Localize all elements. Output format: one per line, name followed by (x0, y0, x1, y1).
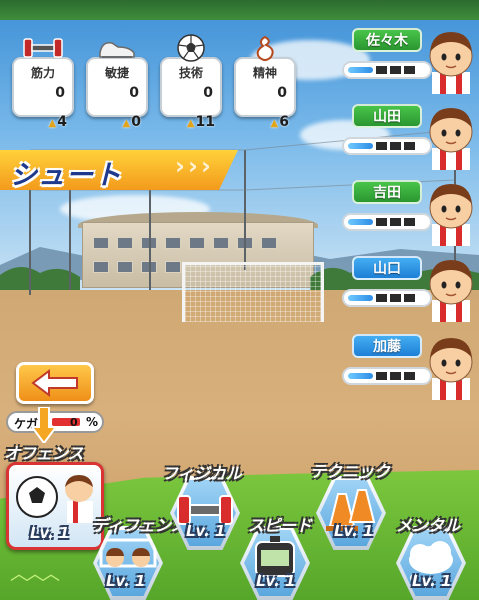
stat-box: 敏捷 0 ▲0 (86, 57, 148, 130)
stat-value: 0 (129, 85, 139, 101)
gauge-segment (404, 218, 415, 226)
bonus-up-icon: ▲ (270, 118, 279, 129)
spirit-icon (256, 35, 274, 61)
gauge-segment (390, 294, 401, 302)
player-card[interactable]: 加藤 (340, 334, 479, 404)
gauge-segment (390, 66, 401, 74)
arrow-left-icon (31, 369, 78, 397)
training-mental-label: メンタル (396, 516, 461, 535)
soccer-goal (182, 262, 324, 322)
gauge-segment (404, 142, 415, 150)
stat-bonus: ▲6 (271, 114, 289, 130)
training-defense-level: Lv. 1 (106, 572, 146, 590)
gauge-segment (376, 372, 387, 380)
gauge-fill (348, 67, 373, 73)
stat-bonus: ▲0 (123, 114, 141, 130)
stat-card-mental: 精神 0 ▲6 (234, 33, 296, 130)
soccer-ball-icon (177, 34, 205, 62)
gauge-segment (376, 142, 387, 150)
player-card[interactable]: 佐々木 (340, 28, 479, 98)
stat-value: 0 (277, 85, 287, 101)
training-physical-label: フィジカル (162, 464, 242, 483)
stat-bonus-value: 0 (131, 114, 141, 130)
player-name-tag: 加藤 (352, 334, 422, 358)
player-gauge (342, 289, 432, 307)
gauge-segment (390, 218, 401, 226)
training-offense-level: Lv. 1 (30, 524, 70, 542)
player-name-tag: 山田 (352, 104, 422, 128)
training-physical-level: Lv. 1 (186, 522, 226, 540)
player-gauge (342, 213, 432, 231)
gauge-fill (348, 373, 373, 379)
gauge-segment (376, 218, 387, 226)
stat-box: 筋力 0 ▲4 (12, 57, 74, 130)
arrow-down-icon (32, 407, 56, 443)
back-button[interactable] (16, 362, 94, 404)
stat-label: 技術 (178, 66, 203, 80)
gauge-fill (348, 295, 373, 301)
top-bar (0, 0, 479, 20)
stat-box: 精神 0 ▲6 (234, 57, 296, 130)
player-name-tag: 佐々木 (352, 28, 422, 52)
bonus-up-icon: ▲ (186, 118, 195, 129)
stat-bonus-value: 4 (57, 114, 67, 130)
training-technic-level: Lv. 1 (334, 522, 374, 540)
training-speed-label: スピード (248, 516, 313, 535)
chevron-up-icon: ︿︿︿ (10, 564, 60, 585)
player-gauge (342, 137, 432, 155)
training-speed-level: Lv. 1 (256, 572, 296, 590)
player-card[interactable]: 吉田 (340, 180, 479, 250)
stat-value: 0 (55, 85, 65, 101)
gauge-segment (404, 66, 415, 74)
player-card[interactable]: 山口 (340, 256, 479, 326)
bonus-up-icon: ▲ (48, 118, 57, 129)
dumbbell-icon (23, 38, 63, 58)
player-avatar-icon (429, 184, 473, 246)
player-avatar-icon (429, 338, 473, 400)
stat-label: 筋力 (30, 66, 55, 80)
bonus-up-icon: ▲ (122, 118, 131, 129)
training-offense-label: オフェンス (4, 444, 84, 463)
gauge-fill (348, 219, 373, 225)
stat-bonus-value: 6 (279, 114, 289, 130)
player-avatar-icon (429, 32, 473, 94)
stat-label: 精神 (252, 66, 277, 80)
gauge-fill (348, 143, 373, 149)
stat-card-agility: 敏捷 0 ▲0 (86, 33, 148, 130)
training-technic-label: テクニック (310, 462, 391, 481)
stat-card-power: 筋力 0 ▲4 (12, 33, 74, 130)
stat-box: 技術 0 ▲11 (160, 57, 222, 130)
injury-value: 0 (70, 416, 78, 429)
banner-title: シュート (10, 160, 122, 191)
stat-bonus-value: 11 (195, 114, 215, 130)
training-mental-level: Lv. 1 (412, 572, 452, 590)
player-name-tag: 山口 (352, 256, 422, 280)
offense-icon (16, 475, 93, 523)
stat-label: 敏捷 (104, 66, 129, 80)
player-avatar-icon (429, 108, 473, 170)
stat-bonus: ▲11 (187, 114, 215, 130)
gauge-segment (376, 294, 387, 302)
gauge-segment (376, 66, 387, 74)
stat-bonus: ▲4 (49, 114, 67, 130)
injury-unit: % (86, 415, 99, 429)
gauge-segment (404, 372, 415, 380)
chevron-right-icon: › (188, 152, 198, 180)
gauge-segment (390, 142, 401, 150)
player-gauge (342, 61, 432, 79)
gauge-segment (404, 294, 415, 302)
shoe-icon (99, 41, 135, 58)
stat-card-technique: 技術 0 ▲11 (160, 33, 222, 130)
player-avatar-icon (429, 260, 473, 322)
player-gauge (342, 367, 432, 385)
player-card[interactable]: 山田 (340, 104, 479, 174)
stat-value: 0 (203, 85, 213, 101)
player-name-tag: 吉田 (352, 180, 422, 204)
gauge-segment (390, 372, 401, 380)
chevron-right-icon: › (175, 152, 185, 180)
chevron-right-icon: › (201, 152, 211, 180)
